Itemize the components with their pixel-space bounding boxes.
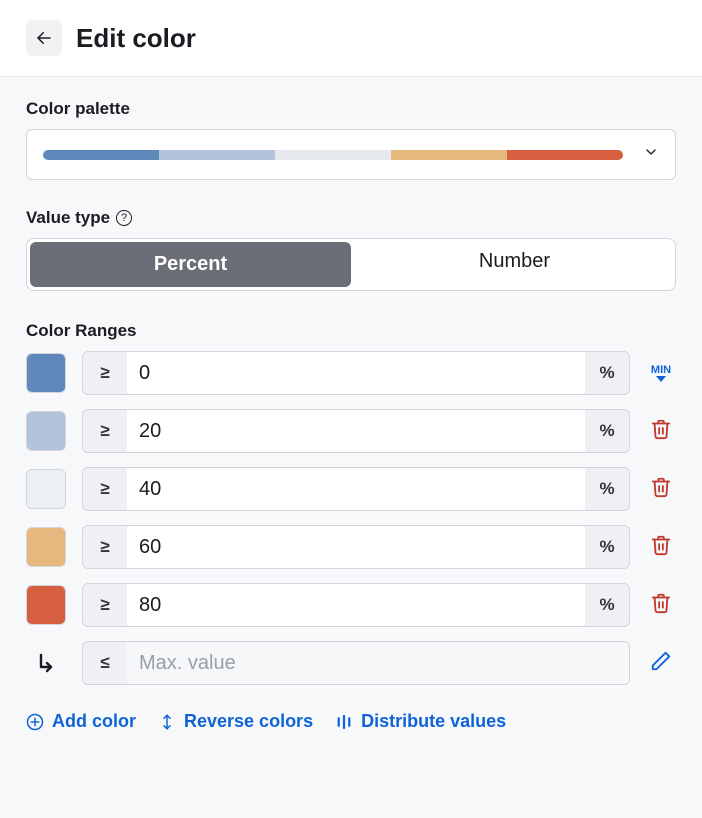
max-value-input: [127, 642, 629, 684]
range-row: ≥%: [26, 409, 676, 453]
help-icon[interactable]: ?: [116, 210, 132, 226]
delete-range-button[interactable]: [650, 418, 672, 445]
operator-gte: ≥: [83, 584, 127, 626]
add-color-button[interactable]: Add color: [26, 711, 136, 732]
operator-gte: ≥: [83, 410, 127, 452]
palette-preview: [43, 150, 623, 160]
range-input-group: ≥%: [82, 525, 630, 569]
range-input-group-max: ≤: [82, 641, 630, 685]
range-row: ≥%: [26, 525, 676, 569]
distribute-values-button[interactable]: Distribute values: [335, 711, 506, 732]
color-swatch[interactable]: [26, 469, 66, 509]
add-color-label: Add color: [52, 711, 136, 732]
range-row-max: ≤: [26, 641, 676, 685]
operator-gte: ≥: [83, 352, 127, 394]
range-input-group: ≥%: [82, 583, 630, 627]
palette-select[interactable]: [26, 129, 676, 180]
range-row: ≥%: [26, 467, 676, 511]
ranges-list: ≥%MIN≥%≥%≥%≥%≤: [26, 351, 676, 685]
sub-arrow-icon: [26, 643, 66, 683]
reverse-colors-label: Reverse colors: [184, 711, 313, 732]
delete-range-button[interactable]: [650, 534, 672, 561]
header: Edit color: [0, 0, 702, 76]
range-input-group: ≥%: [82, 409, 630, 453]
color-swatch[interactable]: [26, 585, 66, 625]
range-row: ≥%: [26, 583, 676, 627]
range-value-input[interactable]: [127, 352, 585, 394]
edit-max-button[interactable]: [650, 650, 672, 677]
range-value-input[interactable]: [127, 468, 585, 510]
range-value-input[interactable]: [127, 526, 585, 568]
palette-segment: [43, 150, 159, 160]
unit-label: %: [585, 526, 629, 568]
swap-vertical-icon: [158, 713, 176, 731]
unit-label: %: [585, 584, 629, 626]
color-ranges-label: Color Ranges: [26, 321, 676, 341]
arrow-left-icon: [35, 29, 53, 47]
reverse-colors-button[interactable]: Reverse colors: [158, 711, 313, 732]
range-value-input[interactable]: [127, 584, 585, 626]
color-swatch[interactable]: [26, 527, 66, 567]
distribute-values-label: Distribute values: [361, 711, 506, 732]
unit-label: %: [585, 352, 629, 394]
delete-range-button[interactable]: [650, 476, 672, 503]
palette-segment: [507, 150, 623, 160]
range-row: ≥% MIN: [26, 351, 676, 395]
color-swatch[interactable]: [26, 353, 66, 393]
range-input-group: ≥%: [82, 467, 630, 511]
value-type-percent[interactable]: Percent: [30, 242, 351, 287]
delete-range-button[interactable]: [650, 592, 672, 619]
range-input-group: ≥%: [82, 351, 630, 395]
range-value-input[interactable]: [127, 410, 585, 452]
color-swatch[interactable]: [26, 411, 66, 451]
chevron-down-icon: [643, 144, 659, 165]
distribute-icon: [335, 713, 353, 731]
palette-label: Color palette: [26, 99, 676, 119]
back-button[interactable]: [26, 20, 62, 56]
value-type-label: Value type: [26, 208, 110, 228]
value-type-label-row: Value type ?: [26, 208, 676, 228]
palette-segment: [391, 150, 507, 160]
palette-segment: [159, 150, 275, 160]
plus-circle-icon: [26, 713, 44, 731]
palette-segment: [275, 150, 391, 160]
operator-gte: ≥: [83, 526, 127, 568]
operator-lte: ≤: [83, 642, 127, 684]
unit-label: %: [585, 410, 629, 452]
value-type-toggle: Percent Number: [26, 238, 676, 291]
unit-label: %: [585, 468, 629, 510]
min-indicator: MIN: [651, 365, 671, 382]
operator-gte: ≥: [83, 468, 127, 510]
value-type-number[interactable]: Number: [354, 239, 675, 290]
actions-row: Add color Reverse colors Distribute valu…: [26, 685, 676, 732]
page-title: Edit color: [76, 23, 196, 54]
